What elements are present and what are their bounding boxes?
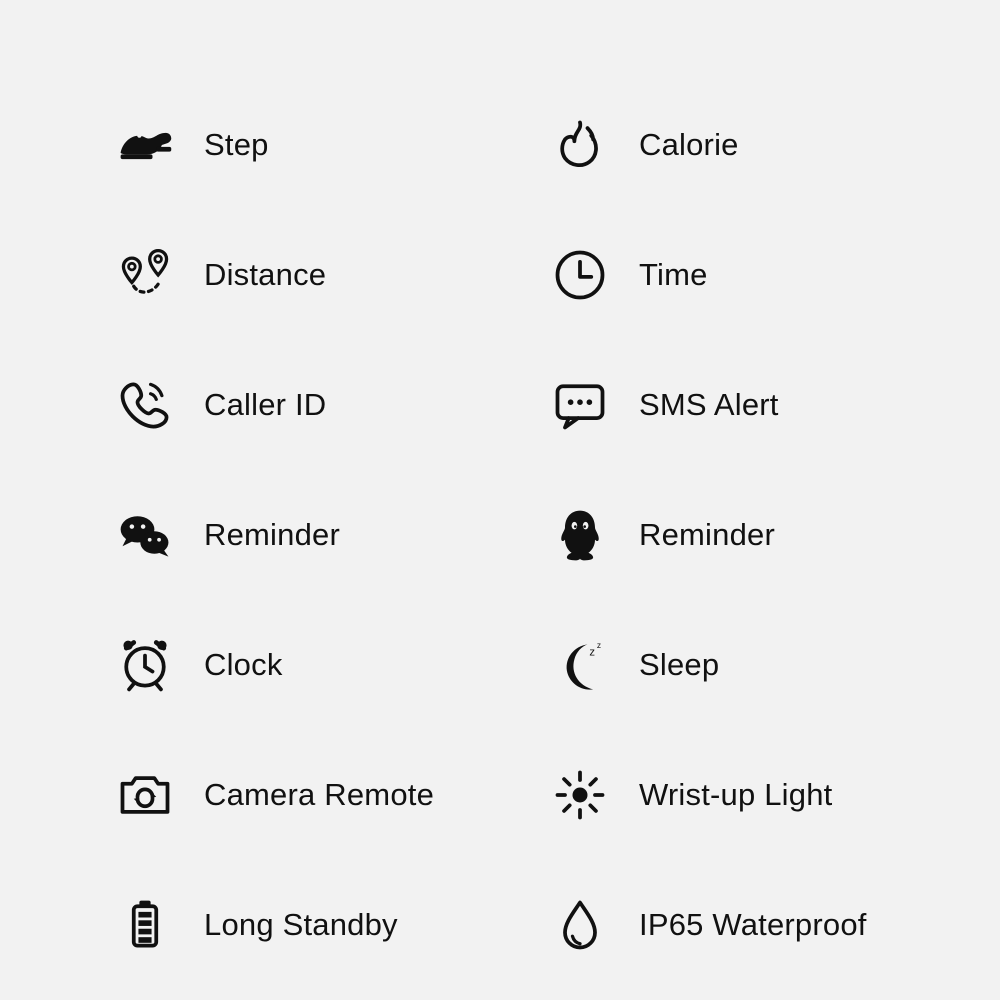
feature-caller-id: Caller ID: [110, 370, 505, 440]
feature-calorie: Calorie: [545, 110, 940, 180]
shoe-icon: [110, 110, 180, 180]
feature-time: Time: [545, 240, 940, 310]
route-pins-icon: [110, 240, 180, 310]
feature-camera-remote-label: Camera Remote: [204, 777, 434, 813]
water-drop-icon: [545, 890, 615, 960]
svg-text:z: z: [589, 647, 595, 659]
feature-sms-alert-label: SMS Alert: [639, 387, 779, 423]
feature-distance-label: Distance: [204, 257, 326, 293]
feature-caller-id-label: Caller ID: [204, 387, 326, 423]
feature-grid: Step Calorie Distance: [110, 110, 940, 960]
feature-step-label: Step: [204, 127, 269, 163]
feature-sleep-label: Sleep: [639, 647, 719, 683]
feature-wechat-reminder-label: Reminder: [204, 517, 340, 553]
feature-qq-reminder-label: Reminder: [639, 517, 775, 553]
feature-long-standby: Long Standby: [110, 890, 505, 960]
sms-bubble-icon: [545, 370, 615, 440]
feature-waterproof-label: IP65 Waterproof: [639, 907, 867, 943]
battery-full-icon: [110, 890, 180, 960]
feature-long-standby-label: Long Standby: [204, 907, 398, 943]
feature-sleep: z z Sleep: [545, 630, 940, 700]
feature-wrist-light: Wrist-up Light: [545, 760, 940, 830]
feature-alarm-clock-label: Clock: [204, 647, 283, 683]
flame-icon: [545, 110, 615, 180]
wechat-icon: [110, 500, 180, 570]
moon-sleep-icon: z z: [545, 630, 615, 700]
clock-icon: [545, 240, 615, 310]
phone-ringing-icon: [110, 370, 180, 440]
qq-penguin-icon: [545, 500, 615, 570]
feature-sms-alert: SMS Alert: [545, 370, 940, 440]
camera-rotate-icon: [110, 760, 180, 830]
feature-camera-remote: Camera Remote: [110, 760, 505, 830]
feature-step: Step: [110, 110, 505, 180]
feature-alarm-clock: Clock: [110, 630, 505, 700]
feature-calorie-label: Calorie: [639, 127, 739, 163]
feature-time-label: Time: [639, 257, 708, 293]
feature-distance: Distance: [110, 240, 505, 310]
svg-text:z: z: [597, 640, 601, 650]
brightness-icon: [545, 760, 615, 830]
alarm-clock-icon: [110, 630, 180, 700]
feature-qq-reminder: Reminder: [545, 500, 940, 570]
feature-waterproof: IP65 Waterproof: [545, 890, 940, 960]
feature-wrist-light-label: Wrist-up Light: [639, 777, 832, 813]
feature-wechat-reminder: Reminder: [110, 500, 505, 570]
feature-grid-container: Step Calorie Distance: [0, 0, 1000, 1000]
